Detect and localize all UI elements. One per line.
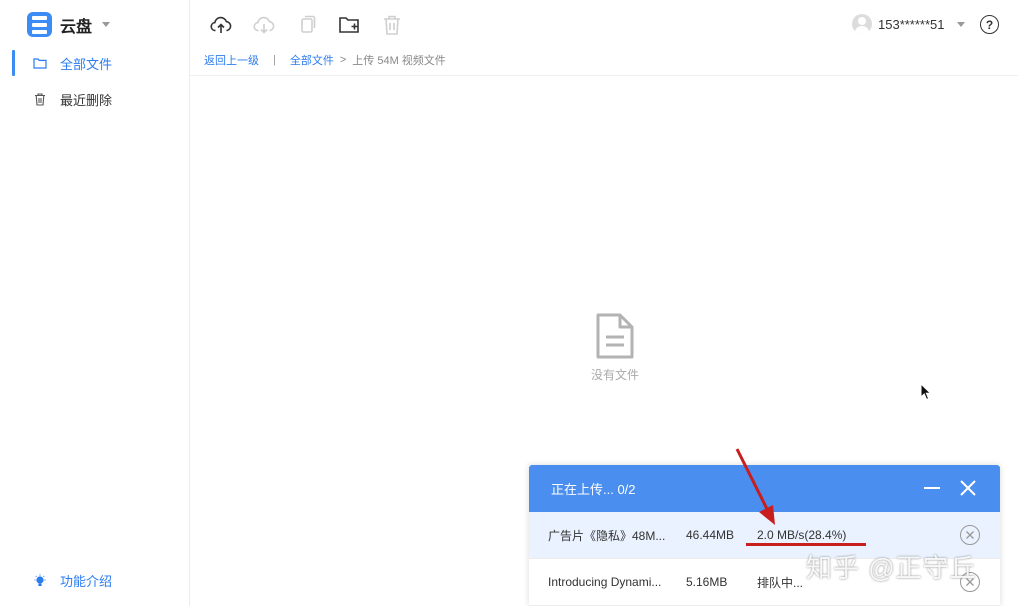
empty-file-icon [596,313,634,359]
minimize-button[interactable] [924,487,940,489]
new-folder-button[interactable] [337,13,361,37]
empty-state: 没有文件 [585,312,645,383]
upload-panel-title: 正在上传... 0/2 [551,482,636,497]
back-link[interactable]: 返回上一级 [204,52,259,68]
chevron-down-icon [956,21,965,27]
breadcrumb-current: 上传 54M 视频文件 [352,54,446,67]
feature-intro-label: 功能介绍 [60,574,113,589]
upload-file-size: 46.44MB [686,528,735,542]
help-icon: ? [985,17,994,32]
sidebar-item-label: 最近删除 [60,92,113,108]
empty-label: 没有文件 [590,368,639,382]
breadcrumb-arrow: > [339,53,347,66]
new-folder-icon [339,17,359,33]
breadcrumb: 返回上一级 | 全部文件 > 上传 54M 视频文件 [190,44,1018,76]
avatar [852,14,872,34]
sidebar-item-label: 全部文件 [60,56,113,72]
download-button[interactable] [252,13,276,37]
feature-intro-link[interactable]: 功能介绍 [33,571,112,590]
sidebar-nav: 全部文件 最近删除 [0,48,189,120]
upload-icon [210,16,232,33]
lightbulb-icon [33,574,47,588]
copy-button[interactable] [295,13,319,37]
upload-status: 2.0 MB/s(28.4%) [757,528,847,542]
annotation-underline [746,543,866,546]
breadcrumb-root-link[interactable]: 全部文件 [290,52,334,68]
user-name: 153******51 [878,16,945,32]
cancel-upload-button[interactable] [960,525,980,545]
folder-icon [33,56,47,70]
close-button[interactable] [959,479,977,497]
upload-file-size: 5.16MB [686,575,728,589]
brand-menu[interactable]: 云盘 [27,12,111,37]
sidebar-item-all-files[interactable]: 全部文件 [0,48,189,78]
copy-icon [301,15,316,33]
upload-button[interactable] [209,13,233,37]
app-window: 云盘 全部文件 最近删除 功能介绍 153******51 ? 返回上一级 | … [0,0,1018,606]
upload-file-name: Introducing Dynami... [548,575,662,589]
upload-file-name: 广告片《隐私》48M... [548,528,666,543]
help-button[interactable]: ? [980,15,999,34]
watermark: 知乎 @正守丘 [806,553,977,583]
upload-status: 排队中... [757,575,804,590]
sidebar: 云盘 全部文件 最近删除 功能介绍 [0,0,190,606]
user-menu[interactable]: 153******51 [852,14,965,34]
brand-name: 云盘 [60,18,93,36]
upload-panel-header: 正在上传... 0/2 [529,465,1000,512]
cloud-drive-logo-icon [27,12,52,37]
sidebar-item-recently-deleted[interactable]: 最近删除 [0,84,189,114]
delete-icon [384,15,400,35]
trash-icon [33,92,47,106]
chevron-down-icon [102,22,111,27]
close-icon [966,531,974,539]
download-icon [253,16,275,34]
breadcrumb-separator: | [273,53,276,66]
delete-button[interactable] [380,13,404,37]
mouse-cursor-icon [920,383,932,401]
